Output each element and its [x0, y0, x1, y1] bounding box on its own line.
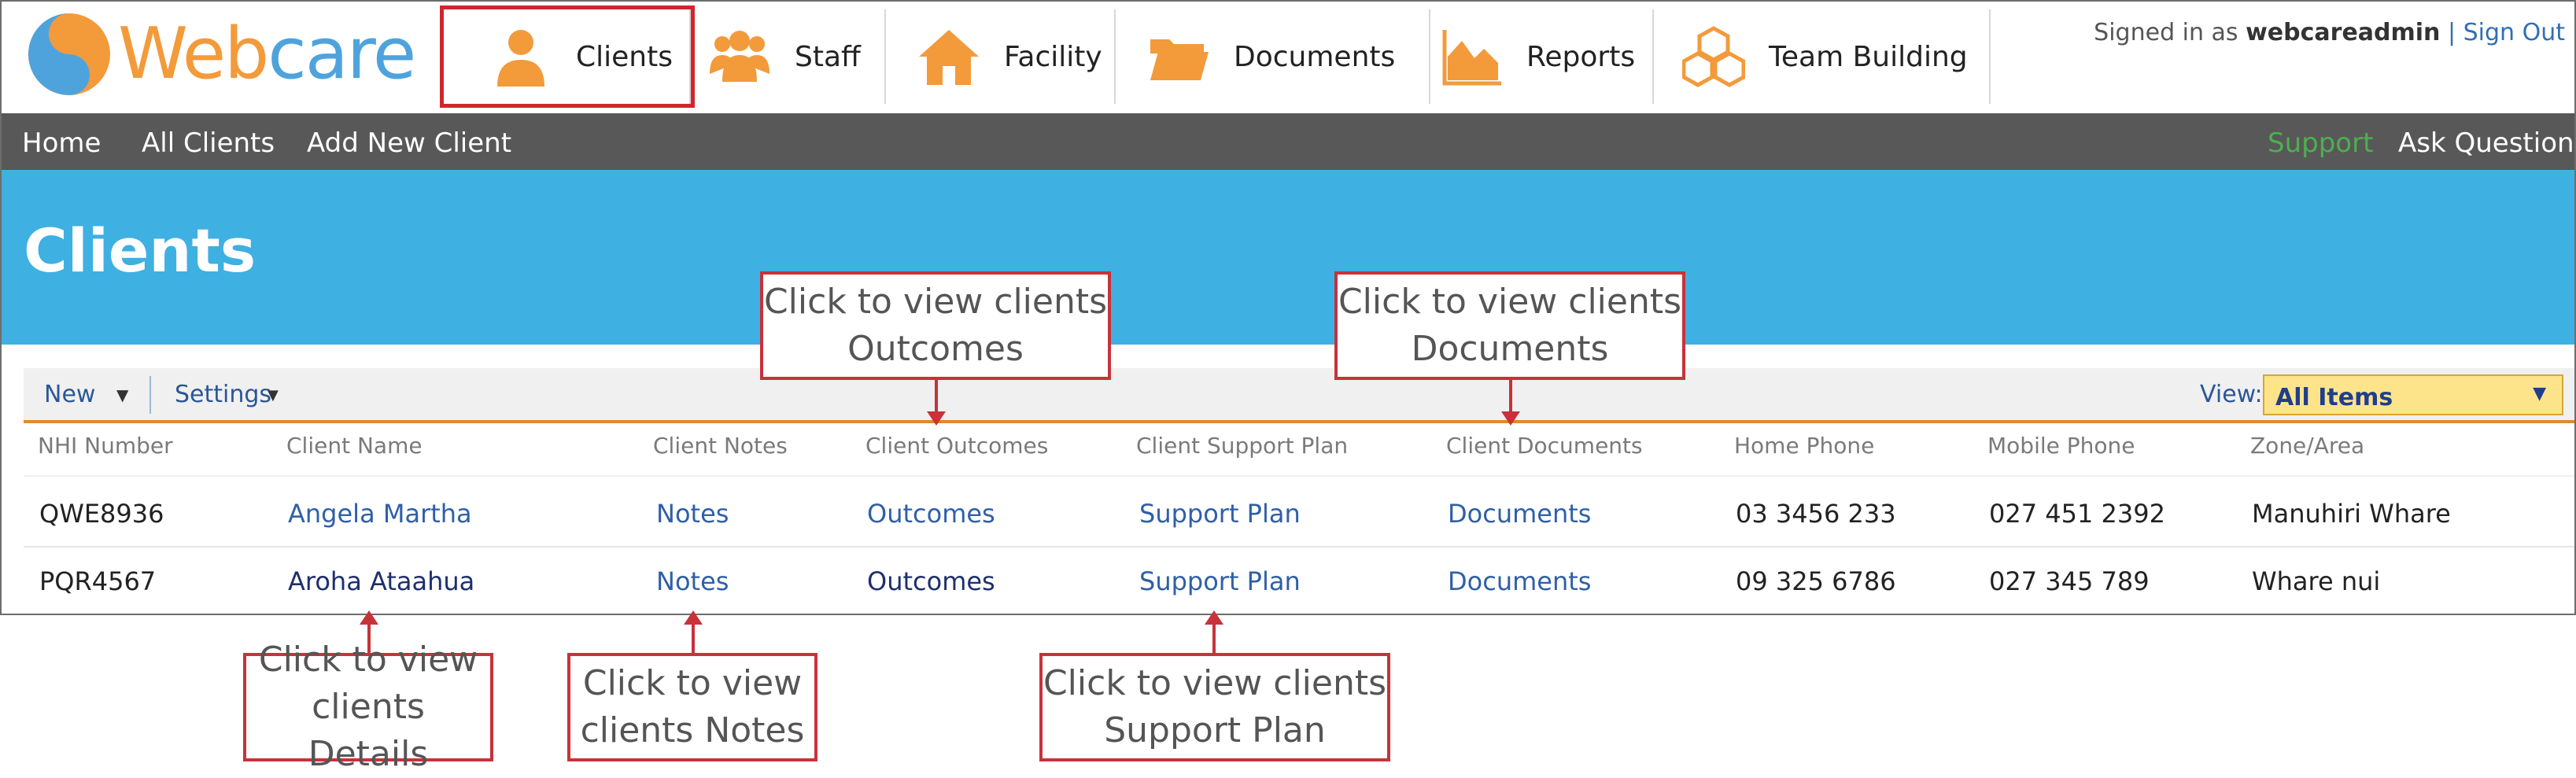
view-label: View: [2200, 381, 2263, 408]
callout-text: Click to view [258, 640, 478, 680]
documents-link[interactable]: Documents [1448, 499, 1591, 529]
tab-facility[interactable]: Facility [886, 9, 1116, 104]
callout-support-plan: Click to view clients Support Plan [1039, 653, 1390, 761]
callout-text: Click to view [582, 663, 803, 703]
tab-reports[interactable]: Reports [1430, 9, 1654, 104]
cell-nhi: PQR4567 [39, 566, 157, 596]
logo-icon [28, 13, 110, 95]
col-header-home-phone[interactable]: Home Phone [1734, 433, 1874, 459]
settings-caret-icon[interactable]: ▼ [268, 387, 279, 404]
callout-text: Support Plan [1104, 710, 1326, 750]
cell-zone: Whare nui [2252, 566, 2381, 596]
tab-team-building-label: Team Building [1769, 40, 1968, 73]
tab-reports-label: Reports [1526, 40, 1636, 73]
tab-staff-label: Staff [795, 40, 861, 73]
callout-notes: Click to view clients Notes [567, 653, 817, 761]
separator: | [2447, 19, 2456, 46]
settings-button[interactable]: Settings [175, 381, 271, 408]
callout-outcomes: Click to view clients Outcomes [760, 271, 1111, 380]
callout-details: Click to view clients Details [243, 640, 493, 774]
username: webcareadmin [2246, 19, 2441, 46]
client-name-link[interactable]: Aroha Ataahua [288, 566, 474, 596]
new-dropdown-caret-icon[interactable]: ▼ [116, 385, 128, 404]
boxes-icon [1682, 26, 1745, 87]
house-icon [919, 30, 979, 85]
chevron-down-icon: ▼ [2533, 384, 2546, 404]
list-toolbar: New ▼ Settings ▼ View: All Items ▼ [24, 368, 2574, 423]
callout-documents: Click to view clients Documents [1334, 271, 1685, 380]
callout-text: Click to view clients [1338, 282, 1682, 322]
callout-text: clients Notes [580, 710, 805, 750]
col-header-client-support-plan[interactable]: Client Support Plan [1136, 433, 1348, 459]
tab-facility-label: Facility [1004, 40, 1102, 73]
tab-clients-label: Clients [576, 40, 673, 73]
callout-arrow [684, 610, 703, 653]
subnav-home[interactable]: Home [22, 127, 101, 159]
person-icon [497, 30, 544, 87]
callout-text: Outcomes [847, 329, 1024, 369]
tab-clients[interactable]: Clients [440, 6, 695, 108]
col-header-nhi[interactable]: NHI Number [38, 433, 173, 459]
callout-text: Click to view clients [763, 282, 1108, 322]
new-button[interactable]: New [44, 381, 95, 408]
callout-arrow [1205, 610, 1223, 653]
col-header-client-name[interactable]: Client Name [286, 433, 423, 459]
outcomes-link[interactable]: Outcomes [867, 566, 995, 596]
sign-out-link[interactable]: Sign Out [2463, 19, 2565, 46]
cell-nhi: QWE8936 [39, 499, 164, 529]
col-header-client-outcomes[interactable]: Client Outcomes [865, 433, 1048, 459]
outcomes-link[interactable]: Outcomes [867, 499, 995, 529]
cell-mobile-phone: 027 451 2392 [1989, 499, 2165, 529]
col-header-client-notes[interactable]: Client Notes [653, 433, 788, 459]
table-row: PQR4567 Aroha Ataahua Notes Outcomes Sup… [24, 544, 2574, 614]
toolbar-separator [149, 376, 151, 414]
callout-text: Documents [1411, 329, 1609, 369]
cell-zone: Manuhiri Whare [2252, 499, 2451, 529]
tab-documents-label: Documents [1234, 40, 1396, 73]
view-select-value: All Items [2275, 384, 2393, 411]
tab-documents[interactable]: Documents [1116, 9, 1430, 104]
table-row: QWE8936 Angela Martha Notes Outcomes Sup… [24, 475, 2574, 548]
cell-home-phone: 09 325 6786 [1736, 566, 1896, 596]
callout-text: clients Details [308, 687, 429, 774]
webcare-logo[interactable]: Webcare [27, 11, 416, 98]
support-plan-link[interactable]: Support Plan [1139, 566, 1301, 596]
page-banner: Clients [2, 170, 2574, 345]
app-window: Webcare Clients Staff Facility Documents… [0, 0, 2576, 615]
page-title: Clients [24, 216, 256, 286]
signed-in-label: Signed in as [2094, 19, 2238, 46]
col-header-zone-area[interactable]: Zone/Area [2250, 433, 2364, 459]
tab-team-building[interactable]: Team Building [1654, 9, 1991, 104]
client-name-link[interactable]: Angela Martha [288, 499, 472, 529]
col-header-mobile-phone[interactable]: Mobile Phone [1987, 433, 2135, 459]
subnav-all-clients[interactable]: All Clients [142, 127, 275, 159]
tab-staff[interactable]: Staff [702, 9, 886, 104]
callout-arrow [1501, 380, 1520, 426]
subnav-support[interactable]: Support [2268, 127, 2373, 159]
support-plan-link[interactable]: Support Plan [1139, 499, 1301, 529]
view-select[interactable]: All Items ▼ [2263, 374, 2563, 415]
top-navigation: Webcare Clients Staff Facility Documents… [2, 2, 2574, 113]
cell-home-phone: 03 3456 233 [1736, 499, 1896, 529]
notes-link[interactable]: Notes [656, 566, 729, 596]
callout-text: Click to view clients [1043, 663, 1387, 703]
documents-link[interactable]: Documents [1448, 566, 1591, 596]
sub-navigation: Home All Clients Add New Client Support … [2, 113, 2574, 170]
logo-text: Webcare [118, 13, 416, 95]
area-chart-icon [1442, 30, 1501, 86]
group-icon [710, 31, 769, 82]
folder-icon [1150, 39, 1209, 80]
subnav-ask-question[interactable]: Ask Question [2398, 127, 2574, 159]
user-info: Signed in as webcareadmin | Sign Out [2094, 19, 2565, 46]
callout-arrow [927, 380, 946, 426]
subnav-add-new-client[interactable]: Add New Client [307, 127, 511, 159]
notes-link[interactable]: Notes [656, 499, 729, 529]
cell-mobile-phone: 027 345 789 [1989, 566, 2150, 596]
clients-list: New ▼ Settings ▼ View: All Items ▼ NHI N… [24, 368, 2574, 612]
col-header-client-documents[interactable]: Client Documents [1446, 433, 1643, 459]
